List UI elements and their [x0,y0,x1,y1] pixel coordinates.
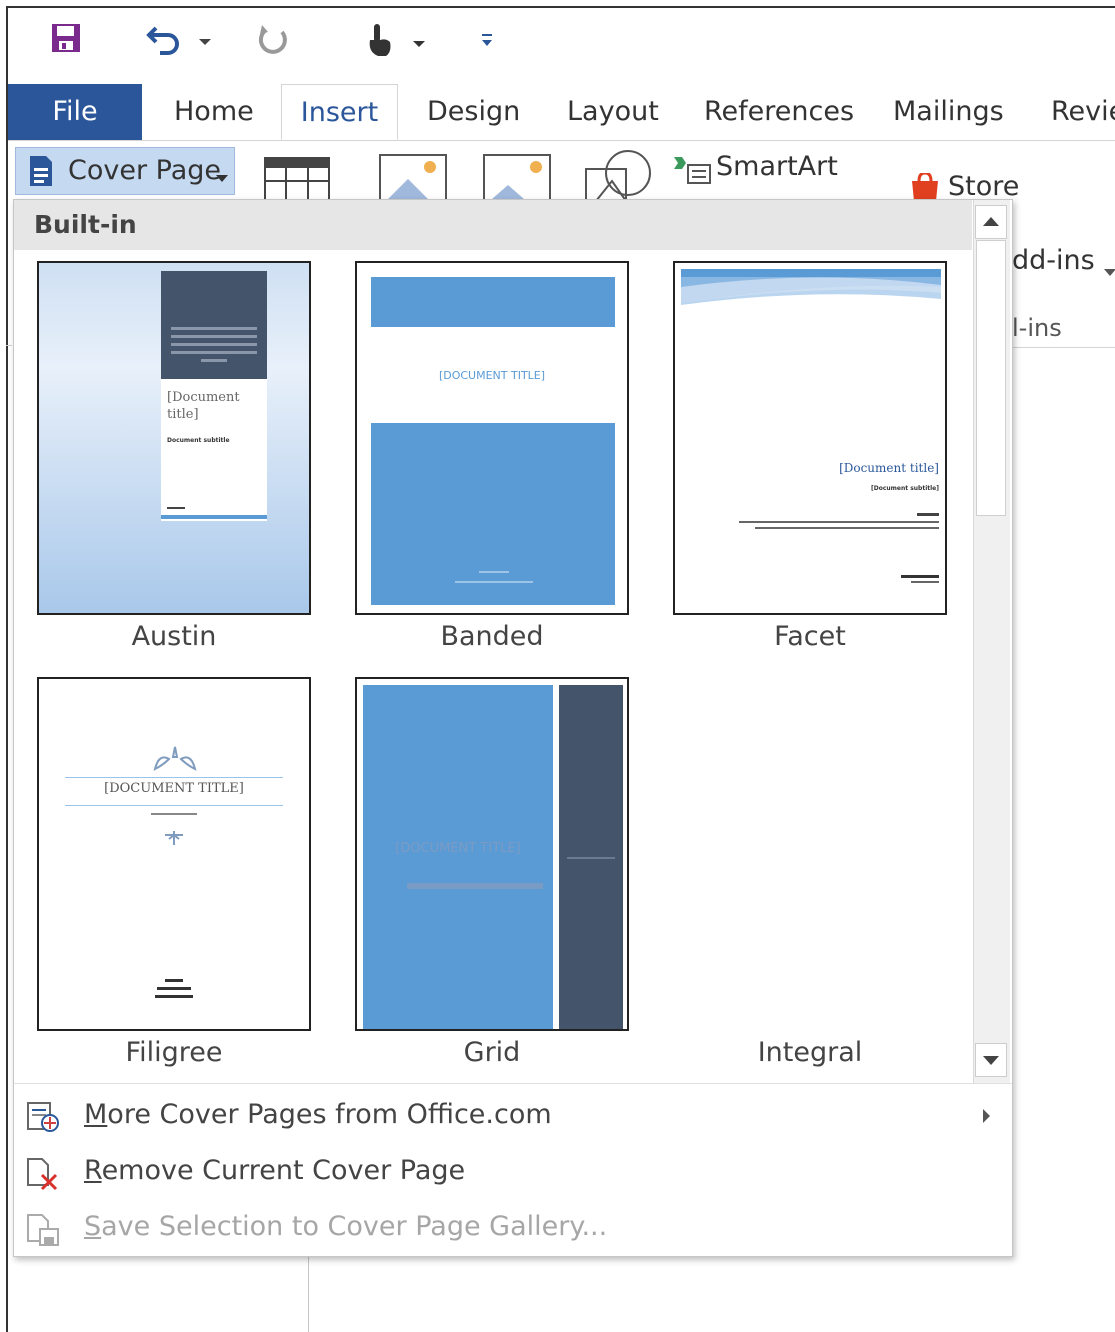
ribbon-tabs: File Home Insert Design Layout Reference… [8,84,1115,141]
redo-icon[interactable] [256,22,292,62]
ribbon-insert: Cover Page SmartArt Store [8,141,1115,202]
smartart-label[interactable]: SmartArt [716,151,838,182]
menu-separator [14,1083,1012,1084]
remove-cover-page-label: Remove Current Cover Page [84,1155,466,1186]
arrow-down-icon [983,1056,999,1065]
ribbon-left-border [6,345,12,346]
banded-title-text: [DOCUMENT TITLE] [438,369,546,382]
save-selection-item[interactable]: Save Selection to Cover Page Gallery... [14,1201,1012,1255]
gallery-item-austin[interactable]: [Document title] Document subtitle [37,261,311,615]
austin-title-text: [Document title] [167,390,240,422]
gallery-item-facet[interactable]: [Document title] [Document subtitle] [673,261,947,615]
tab-design[interactable]: Design [427,84,520,140]
addins-group-label: l-ins [1012,314,1062,342]
submenu-arrow-icon [983,1109,990,1123]
ribbon-bottom-border [1005,347,1115,348]
more-cover-pages-item[interactable]: More Cover Pages from Office.com [14,1089,1012,1143]
gallery-item-integral[interactable] [673,677,947,1031]
gallery-label-banded: Banded [440,621,544,652]
office-com-icon [26,1101,62,1137]
gallery-label-facet: Facet [774,621,846,652]
table-icon[interactable] [264,157,330,205]
online-pictures-icon[interactable] [482,153,552,205]
banded-top-band [371,277,615,327]
tab-home[interactable]: Home [174,84,254,140]
touch-mode-icon[interactable] [364,22,394,62]
grid-dark-panel [559,685,623,1029]
facet-title-text: [Document title] [839,461,939,475]
cover-page-gallery: Built-in [Document title] Document subti… [13,199,1013,1257]
gallery-section-header: Built-in [14,200,972,250]
gallery-item-grid[interactable]: [DOCUMENT TITLE] [355,677,629,1031]
filigree-ornament-icon [153,746,197,771]
facet-header-shape [681,269,941,305]
austin-subtitle-text: Document subtitle [167,437,230,444]
gallery-item-banded[interactable]: [DOCUMENT TITLE] [355,261,629,615]
tab-layout[interactable]: Layout [567,84,659,140]
touch-dropdown-icon[interactable] [412,34,426,53]
filigree-title-text: [DOCUMENT TITLE] [104,781,244,796]
tab-references[interactable]: References [704,84,854,140]
gallery-scrollbar[interactable] [973,200,1010,1083]
gallery-label-filigree: Filigree [125,1037,223,1068]
save-selection-label: Save Selection to Cover Page Gallery... [84,1211,608,1242]
gallery-label-integral: Integral [757,1037,863,1068]
scroll-down-button[interactable] [975,1043,1007,1077]
scroll-thumb[interactable] [976,240,1006,516]
remove-cover-page-item[interactable]: Remove Current Cover Page [14,1145,1012,1199]
cover-page-icon [28,154,54,192]
gallery-label-austin: Austin [131,621,217,652]
customize-qat-icon[interactable] [480,32,494,54]
gallery-label-grid: Grid [463,1037,521,1068]
remove-cover-page-icon [26,1157,62,1195]
scroll-up-button[interactable] [975,205,1007,239]
banded-main-block [371,423,615,605]
tab-file[interactable]: File [8,84,142,140]
quick-access-toolbar [0,10,1115,72]
grid-blue-panel: [DOCUMENT TITLE] [363,685,553,1029]
cover-page-label: Cover Page [68,155,222,186]
undo-icon[interactable] [146,22,186,60]
save-icon[interactable] [50,22,82,58]
arrow-up-icon [983,217,999,226]
shapes-icon[interactable] [582,147,658,205]
cover-page-button[interactable]: Cover Page [15,147,235,195]
grid-title-text: [DOCUMENT TITLE] [395,841,521,856]
save-to-gallery-icon [26,1213,62,1251]
more-cover-pages-label: More Cover Pages from Office.com [84,1099,552,1130]
gallery-item-filigree[interactable]: [DOCUMENT TITLE] [37,677,311,1031]
gallery-section-title: Built-in [34,210,137,239]
tab-review[interactable]: Revie [1051,84,1115,140]
smartart-icon[interactable] [672,155,712,189]
austin-dark-block [161,271,267,379]
document-page-edge [308,1255,309,1332]
my-addins-label[interactable]: dd-ins [1012,245,1095,276]
tab-insert[interactable]: Insert [281,84,398,140]
austin-page-panel: [Document title] Document subtitle [161,271,267,521]
undo-dropdown-icon[interactable] [198,32,212,51]
addins-dropdown-icon[interactable] [1104,262,1115,281]
store-label[interactable]: Store [948,171,1019,202]
cover-page-dropdown-icon [216,168,228,187]
facet-subtitle-text: [Document subtitle] [870,485,939,492]
filigree-small-ornament-icon [165,831,183,845]
tab-mailings[interactable]: Mailings [893,84,1004,140]
pictures-icon[interactable] [378,153,448,205]
